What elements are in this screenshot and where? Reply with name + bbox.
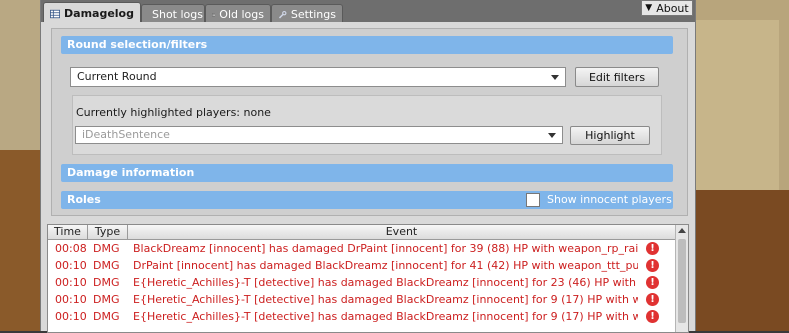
tab-shot-logs[interactable]: Shot logs (141, 4, 205, 22)
warning-icon: ! (646, 259, 659, 272)
time-cell: 00:10 (55, 293, 87, 306)
table-icon (50, 9, 61, 18)
table-row[interactable]: 00:10 DMG E{Heretic_Achilles}-T [detecti… (48, 308, 688, 325)
tab-bar: Damagelog Shot logs Old logs Settings ▼ … (41, 0, 695, 22)
time-cell: 00:10 (55, 310, 87, 323)
scrollbar-thumb[interactable] (678, 239, 686, 323)
time-cell: 00:10 (55, 259, 87, 272)
scroll-up-icon[interactable] (678, 228, 686, 233)
edit-filters-button[interactable]: Edit filters (575, 67, 659, 87)
tab-settings-label: Settings (290, 8, 336, 21)
round-selection-header[interactable]: Round selection/filters (61, 36, 673, 54)
highlight-label: Highlight (585, 129, 635, 142)
type-cell: DMG (93, 310, 120, 323)
event-cell: E{Heretic_Achilles}-T [detective] has da… (133, 276, 638, 289)
show-innocent-label: Show innocent players (547, 193, 672, 206)
wrench-icon (278, 10, 287, 18)
warning-icon: ! (646, 242, 659, 255)
event-cell: DrPaint [innocent] has damaged BlackDrea… (133, 259, 638, 272)
warning-icon: ! (646, 293, 659, 306)
event-cell: E{Heretic_Achilles}-T [detective] has da… (133, 293, 638, 306)
warning-icon: ! (646, 276, 659, 289)
background-crate-left (0, 150, 40, 331)
table-row[interactable]: 00:08 DMG BlackDreamz [innocent] has dam… (48, 240, 688, 257)
chevron-down-icon (548, 133, 556, 138)
type-cell: DMG (93, 242, 120, 255)
damage-log-table: Time Type Event 00:08 DMG BlackDreamz [i… (47, 224, 689, 333)
about-label: About (656, 1, 689, 15)
type-cell: DMG (93, 293, 120, 306)
damagelog-window: Damagelog Shot logs Old logs Settings ▼ … (40, 0, 696, 333)
column-header-time[interactable]: Time (48, 225, 88, 239)
type-cell: DMG (93, 259, 120, 272)
show-innocent-checkbox[interactable] (526, 193, 540, 207)
tab-damagelog[interactable]: Damagelog (43, 2, 141, 22)
edit-filters-label: Edit filters (588, 71, 646, 84)
highlighted-players-label: Currently highlighted players: none (76, 106, 271, 119)
roles-header-label: Roles (67, 193, 101, 206)
triangle-down-icon: ▼ (645, 3, 653, 13)
column-header-event[interactable]: Event (128, 225, 676, 239)
event-cell: BlackDreamz [innocent] has damaged DrPai… (133, 242, 638, 255)
table-header: Time Type Event (48, 225, 688, 240)
table-scrollbar[interactable] (675, 225, 688, 332)
time-cell: 00:10 (55, 276, 87, 289)
damage-information-header-label: Damage information (67, 166, 195, 179)
chevron-down-icon (551, 75, 559, 80)
tab-shot-logs-label: Shot logs (152, 8, 203, 21)
player-select-placeholder: iDeathSentence (82, 128, 170, 141)
calendar-icon (212, 13, 216, 16)
time-cell: 00:08 (55, 242, 87, 255)
column-header-type[interactable]: Type (88, 225, 128, 239)
tab-settings[interactable]: Settings (271, 4, 343, 22)
tab-damagelog-label: Damagelog (64, 7, 134, 20)
round-selection-panel: Round selection/filters Current Round Ed… (51, 28, 688, 216)
tab-old-logs[interactable]: Old logs (205, 4, 271, 22)
warning-icon: ! (646, 310, 659, 323)
background-panel-right (689, 20, 779, 190)
table-row[interactable]: 00:10 DMG E{Heretic_Achilles}-T [detecti… (48, 291, 688, 308)
about-button[interactable]: ▼ About (641, 0, 693, 16)
type-cell: DMG (93, 276, 120, 289)
tab-old-logs-label: Old logs (219, 8, 264, 21)
round-selection-header-label: Round selection/filters (67, 38, 208, 51)
highlight-button[interactable]: Highlight (570, 126, 650, 145)
round-select-value: Current Round (77, 70, 157, 83)
table-row[interactable]: 00:10 DMG E{Heretic_Achilles}-T [detecti… (48, 274, 688, 291)
round-select[interactable]: Current Round (70, 67, 566, 87)
damage-information-header[interactable]: Damage information (61, 164, 673, 182)
roles-header[interactable]: Roles Show innocent players (61, 191, 673, 209)
table-row[interactable]: 00:10 DMG DrPaint [innocent] has damaged… (48, 257, 688, 274)
player-select[interactable]: iDeathSentence (75, 126, 563, 144)
event-cell: E{Heretic_Achilles}-T [detective] has da… (133, 310, 638, 323)
highlight-players-section: Currently highlighted players: none iDea… (72, 95, 662, 155)
